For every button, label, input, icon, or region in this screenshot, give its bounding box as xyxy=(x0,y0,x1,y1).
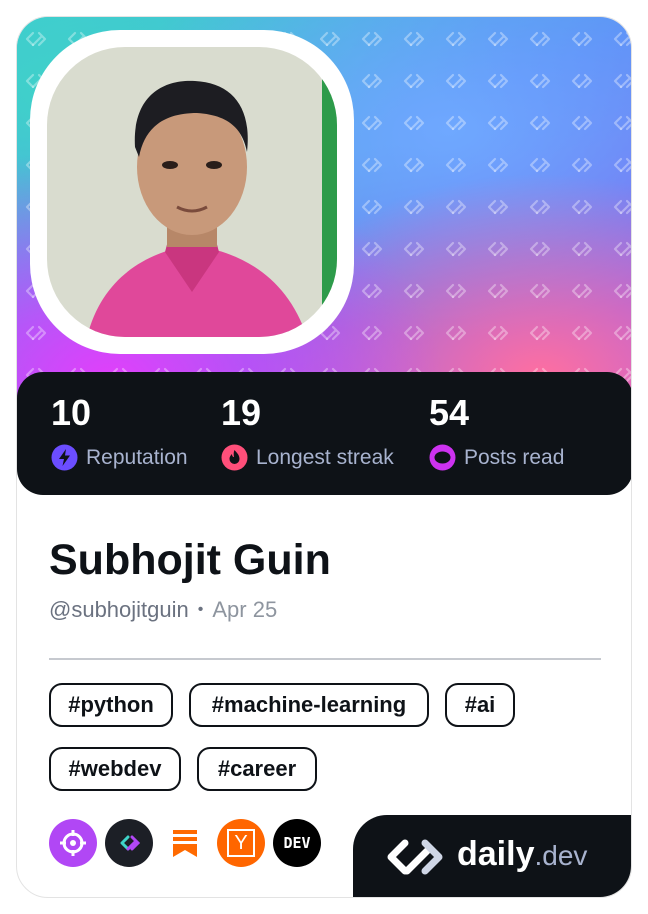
streak-value: 19 xyxy=(221,392,262,433)
join-date: Apr 25 xyxy=(212,597,278,622)
streak-label: Longest streak xyxy=(256,445,394,469)
posts-read-label: Posts read xyxy=(464,445,565,469)
cover-background xyxy=(17,17,631,397)
daily-squad-icon[interactable] xyxy=(105,819,153,867)
divider xyxy=(49,658,601,660)
hn-letter: Y xyxy=(227,829,255,857)
bookmark-source-icon[interactable] xyxy=(161,819,209,867)
hacker-news-y-icon[interactable]: Y xyxy=(217,819,265,867)
target-squad-icon[interactable] xyxy=(49,819,97,867)
stat-reputation: 10 Reputation xyxy=(51,392,188,471)
brand-name: daily xyxy=(457,835,535,873)
tag-python[interactable]: #python xyxy=(49,683,173,727)
reputation-value: 10 xyxy=(51,392,92,433)
dev-to-icon[interactable]: DEV xyxy=(273,819,321,867)
profile-photo xyxy=(47,47,337,337)
posts-read-value: 54 xyxy=(429,392,470,433)
daily-dev-brand[interactable]: daily.dev xyxy=(353,815,631,897)
tag-webdev[interactable]: #webdev xyxy=(49,747,181,791)
profile-handle[interactable]: @subhojitguin xyxy=(49,597,189,623)
tag-machine-learning[interactable]: #machine-learning xyxy=(189,683,429,727)
brand-wordmark: daily.dev xyxy=(457,833,587,877)
meta-separator: • xyxy=(197,601,204,618)
brand-suffix: .dev xyxy=(534,840,588,871)
stats-bar: 10 Reputation 19 Longest streak 54 Posts… xyxy=(17,372,631,495)
avatar-frame xyxy=(30,30,354,354)
profile-name: Subhojit Guin xyxy=(49,536,331,584)
tag-ai[interactable]: #ai xyxy=(445,683,515,727)
streak-flame-icon xyxy=(221,444,248,471)
daily-dev-logo-icon xyxy=(387,839,443,875)
stat-posts-read: 54 Posts read xyxy=(429,392,564,471)
tag-career[interactable]: #career xyxy=(197,747,317,791)
profile-meta: @subhojitguin • Apr 25 xyxy=(49,597,277,623)
profile-card: 10 Reputation 19 Longest streak 54 Posts… xyxy=(16,16,632,898)
reputation-label: Reputation xyxy=(86,445,188,469)
reputation-bolt-icon xyxy=(51,444,78,471)
dev-to-label: DEV xyxy=(283,834,311,852)
stat-longest-streak: 19 Longest streak xyxy=(221,392,394,471)
posts-read-eye-icon xyxy=(429,444,456,471)
avatar[interactable] xyxy=(47,47,337,337)
